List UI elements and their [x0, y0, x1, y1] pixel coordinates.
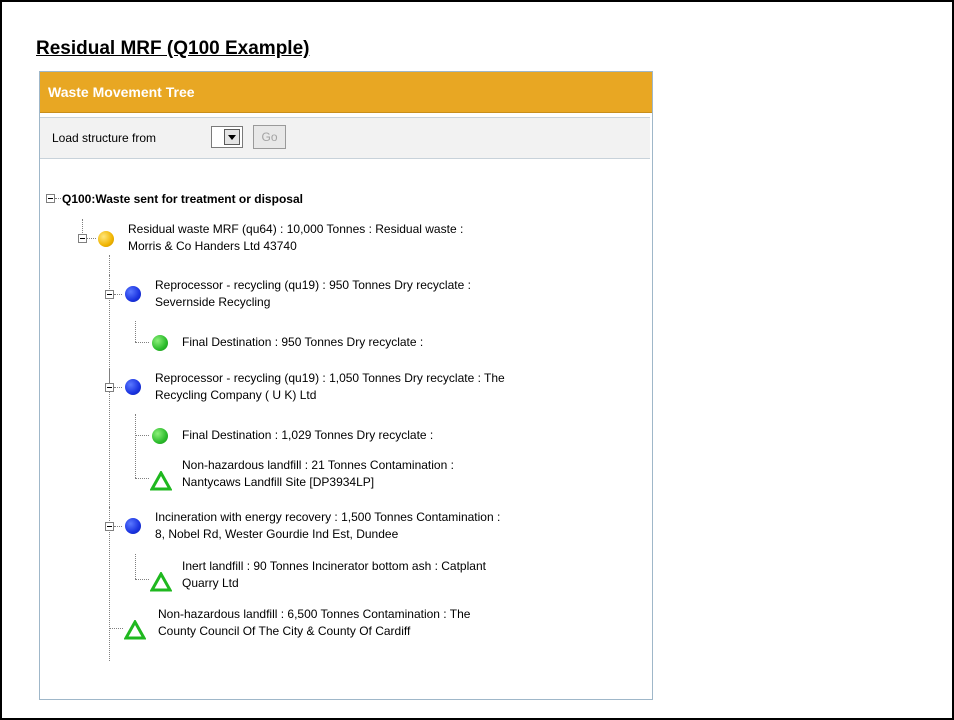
tree-node-landfill-nantycaws[interactable]: Non-hazardous landfill : 21 Tonnes Conta…: [40, 454, 650, 491]
blue-dot-icon: [125, 518, 141, 534]
tree-connector: [55, 198, 61, 199]
tree-node-final-destination-950[interactable]: Final Destination : 950 Tonnes Dry recyc…: [40, 321, 650, 361]
tree-node-landfill-cardiff[interactable]: Non-hazardous landfill : 6,500 Tonnes Co…: [40, 602, 650, 640]
load-structure-dropdown[interactable]: [211, 126, 243, 148]
tree-node-mrf[interactable]: Residual waste MRF (qu64) : 10,000 Tonne…: [40, 219, 650, 255]
collapse-toggle-icon[interactable]: [105, 290, 114, 299]
panel-header: Waste Movement Tree: [40, 72, 652, 113]
tree-node-label: Inert landfill : 90 Tonnes Incinerator b…: [182, 559, 486, 590]
blue-dot-icon: [125, 379, 141, 395]
tree-node-label: Incineration with energy recovery : 1,50…: [155, 510, 501, 541]
tree-node-reprocessor-severnside[interactable]: Reprocessor - recycling (qu19) : 950 Ton…: [40, 275, 650, 311]
tree-node-label: Reprocessor - recycling (qu19) : 1,050 T…: [155, 371, 505, 402]
waste-movement-panel: Waste Movement Tree Load structure from …: [39, 71, 653, 700]
collapse-toggle-icon[interactable]: [105, 383, 114, 392]
load-structure-label: Load structure from: [52, 131, 157, 145]
go-button[interactable]: Go: [253, 125, 286, 149]
green-dot-icon: [152, 335, 168, 351]
blue-dot-icon: [125, 286, 141, 302]
green-triangle-icon: [150, 572, 172, 592]
chevron-down-icon[interactable]: [224, 129, 240, 145]
tree-node-reprocessor-recycling-co[interactable]: Reprocessor - recycling (qu19) : 1,050 T…: [40, 368, 650, 404]
tree-node-label: Final Destination : 1,029 Tonnes Dry rec…: [182, 428, 434, 442]
tree-node-inert-landfill[interactable]: Inert landfill : 90 Tonnes Incinerator b…: [40, 554, 650, 592]
green-triangle-icon: [124, 620, 146, 640]
green-triangle-icon: [150, 471, 172, 491]
collapse-toggle-icon[interactable]: [105, 522, 114, 531]
yellow-dot-icon: [98, 231, 114, 247]
tree-node-label: Non-hazardous landfill : 21 Tonnes Conta…: [182, 458, 454, 489]
tree-node-label: Reprocessor - recycling (qu19) : 950 Ton…: [155, 278, 471, 309]
load-structure-toolbar: Load structure from Go: [40, 117, 650, 159]
tree-node-label: Non-hazardous landfill : 6,500 Tonnes Co…: [158, 607, 471, 638]
collapse-toggle-icon[interactable]: [78, 234, 87, 243]
tree-node-label: Residual waste MRF (qu64) : 10,000 Tonne…: [128, 222, 464, 253]
tree-node-label: Final Destination : 950 Tonnes Dry recyc…: [182, 335, 424, 349]
slide-title: Residual MRF (Q100 Example): [36, 38, 310, 59]
collapse-toggle-icon[interactable]: [46, 194, 55, 203]
tree-node-final-destination-1029[interactable]: Final Destination : 1,029 Tonnes Dry rec…: [40, 414, 650, 478]
tree-root-label: Q100:Waste sent for treatment or disposa…: [62, 192, 303, 206]
waste-tree: Q100:Waste sent for treatment or disposa…: [40, 158, 650, 698]
slide-frame: Residual MRF (Q100 Example) Waste Moveme…: [0, 0, 954, 720]
tree-node-incineration[interactable]: Incineration with energy recovery : 1,50…: [40, 507, 650, 543]
green-dot-icon: [152, 428, 168, 444]
